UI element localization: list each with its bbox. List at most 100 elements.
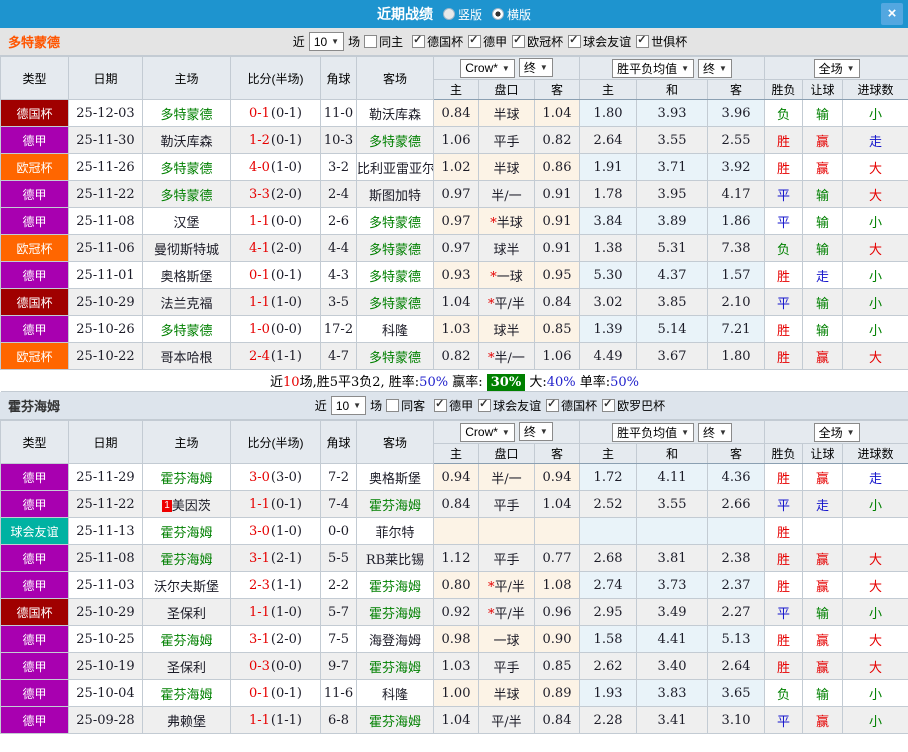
halftime-score: (0-0) xyxy=(270,658,302,674)
league-filter-checkbox[interactable]: 欧冠杯 xyxy=(512,33,563,50)
league-badge: 德甲 xyxy=(0,126,69,154)
team-name-text: 多特蒙德 xyxy=(160,188,213,204)
chevron-down-icon: ▼ xyxy=(846,63,855,73)
league-filter-checkbox[interactable]: 德甲 xyxy=(468,33,507,50)
crow-away-odds: 0.95 xyxy=(533,261,581,289)
match-row: 德国杯 25-10-29 法兰克福 1-1(1-0) 3-5 多特蒙德 1.04… xyxy=(0,288,908,316)
team-name-text: 霍芬海姆 xyxy=(160,552,213,568)
horizontal-layout-radio[interactable]: 横版 xyxy=(492,6,531,23)
result-outcome: 胜 xyxy=(764,571,804,599)
avg-away-odds: 2.37 xyxy=(707,571,766,599)
avg-away-odds: 2.64 xyxy=(707,652,766,680)
result-handicap: 输 xyxy=(802,180,844,208)
subcol-goals-result: 进球数 xyxy=(842,443,908,464)
avg-home-odds: 2.74 xyxy=(579,571,638,599)
fulltime-select[interactable]: 全场 ▼ xyxy=(813,422,860,442)
match-count-select[interactable]: 10 ▼ xyxy=(330,396,367,415)
team-name-text: 美因茨 xyxy=(171,498,211,514)
avg-final-select[interactable]: 终 ▼ xyxy=(698,422,732,442)
league-badge: 德甲 xyxy=(0,706,69,734)
avg-final-select[interactable]: 终 ▼ xyxy=(698,58,732,78)
league-filter-checkbox[interactable]: 欧罗巴杯 xyxy=(602,397,665,414)
result-outcome: 平 xyxy=(764,706,804,734)
corner-score: 9-7 xyxy=(320,652,357,680)
avg-odds-select[interactable]: 胜平负均值 ▼ xyxy=(612,422,695,442)
result-outcome: 负 xyxy=(764,679,804,707)
avg-home-odds xyxy=(579,517,638,545)
chevron-down-icon: ▼ xyxy=(501,427,510,437)
corner-score: 4-3 xyxy=(320,261,357,289)
league-filter-checkbox[interactable]: 世俱杯 xyxy=(636,33,687,50)
handicap-line: 半/一 xyxy=(478,463,535,491)
league-filter-label: 欧冠杯 xyxy=(527,35,564,49)
record-summary-row: 近10场,胜5平3负2, 胜率:50% 赢率: 30% 大:40% 单率:50% xyxy=(0,369,908,392)
bookmaker-select[interactable]: Crow* ▼ xyxy=(460,58,515,78)
match-score: 1-1(1-1) xyxy=(230,706,321,734)
league-filter-checkbox[interactable]: 德甲 xyxy=(434,397,473,414)
crow-away-odds: 0.84 xyxy=(533,706,581,734)
league-filter-checkbox[interactable]: 德国杯 xyxy=(412,33,463,50)
same-venue-checkbox[interactable]: 同主 xyxy=(364,33,403,50)
result-goals: 小 xyxy=(842,261,908,289)
match-date: 25-11-08 xyxy=(68,544,143,572)
subcol-handicap: 盘口 xyxy=(478,443,535,464)
avg-home-odds: 2.52 xyxy=(579,490,638,518)
fulltime-score: 4-0 xyxy=(248,159,270,175)
crow-home-odds xyxy=(433,517,479,545)
league-filter-checkbox[interactable]: 球会友谊 xyxy=(478,397,541,414)
over-rate: 40% xyxy=(546,375,576,390)
result-outcome: 胜 xyxy=(764,625,804,653)
avg-draw-odds: 5.14 xyxy=(636,315,709,343)
handicap-line: 半球 xyxy=(478,99,535,127)
result-goals xyxy=(842,517,908,545)
away-team: 多特蒙德 xyxy=(356,234,434,262)
same-venue-checkbox[interactable]: 同客 xyxy=(386,397,425,414)
match-date: 25-11-29 xyxy=(68,463,143,491)
result-outcome: 胜 xyxy=(764,315,804,343)
result-handicap: 赢 xyxy=(802,652,844,680)
result-outcome: 胜 xyxy=(764,153,804,181)
odds-final-select[interactable]: 终 ▼ xyxy=(518,58,553,78)
halftime-score: (0-0) xyxy=(270,321,302,337)
home-team: 多特蒙德 xyxy=(142,153,231,181)
result-goals: 走 xyxy=(842,126,908,154)
match-row: 德国杯 25-12-03 多特蒙德 0-1(0-1) 11-0 勒沃库森 0.8… xyxy=(0,99,908,127)
subcol-crow-away: 客 xyxy=(533,79,581,100)
match-count-select[interactable]: 10 ▼ xyxy=(308,32,345,51)
avg-home-odds: 3.84 xyxy=(579,207,638,235)
fulltime-score: 0-1 xyxy=(248,267,270,283)
avg-draw-odds: 3.73 xyxy=(636,571,709,599)
league-badge: 德甲 xyxy=(0,315,69,343)
odds-final-select[interactable]: 终 ▼ xyxy=(518,422,553,442)
result-outcome: 胜 xyxy=(764,261,804,289)
vertical-layout-radio[interactable]: 竖版 xyxy=(442,6,482,23)
subcol-avg-away: 客 xyxy=(707,443,766,464)
vertical-layout-label: 竖版 xyxy=(457,7,482,22)
away-team: 霍芬海姆 xyxy=(356,571,434,599)
results-body: 德国杯 25-12-03 多特蒙德 0-1(0-1) 11-0 勒沃库森 0.8… xyxy=(0,99,908,370)
league-filter-checkbox[interactable]: 德国杯 xyxy=(546,397,597,414)
match-score: 1-0(0-0) xyxy=(230,315,321,343)
result-handicap: 赢 xyxy=(802,571,844,599)
col-corner: 角球 xyxy=(320,56,357,100)
close-button[interactable]: × xyxy=(881,3,903,25)
result-handicap: 输 xyxy=(802,679,844,707)
avg-draw-odds: 3.83 xyxy=(636,679,709,707)
result-outcome: 平 xyxy=(764,207,804,235)
subcol-outcome: 胜负 xyxy=(764,443,804,464)
handicap-line: 半球 xyxy=(478,153,535,181)
bookmaker-select[interactable]: Crow* ▼ xyxy=(460,422,515,442)
match-date: 25-11-06 xyxy=(68,234,143,262)
away-team: 科隆 xyxy=(356,679,434,707)
crow-away-odds: 1.06 xyxy=(533,342,581,370)
subcol-outcome: 胜负 xyxy=(764,79,804,100)
handicap-line: 平手 xyxy=(478,544,535,572)
crow-away-odds xyxy=(533,517,581,545)
fulltime-select[interactable]: 全场 ▼ xyxy=(813,58,860,78)
halftime-score: (0-1) xyxy=(270,267,302,283)
league-filter-checkbox[interactable]: 球会友谊 xyxy=(568,33,631,50)
team-name-text: 霍芬海姆 xyxy=(160,525,213,541)
avg-odds-select[interactable]: 胜平负均值 ▼ xyxy=(612,58,695,78)
panel-title: 近期战绩 xyxy=(376,6,433,22)
away-team: 比利亚雷亚尔1 xyxy=(356,153,434,181)
